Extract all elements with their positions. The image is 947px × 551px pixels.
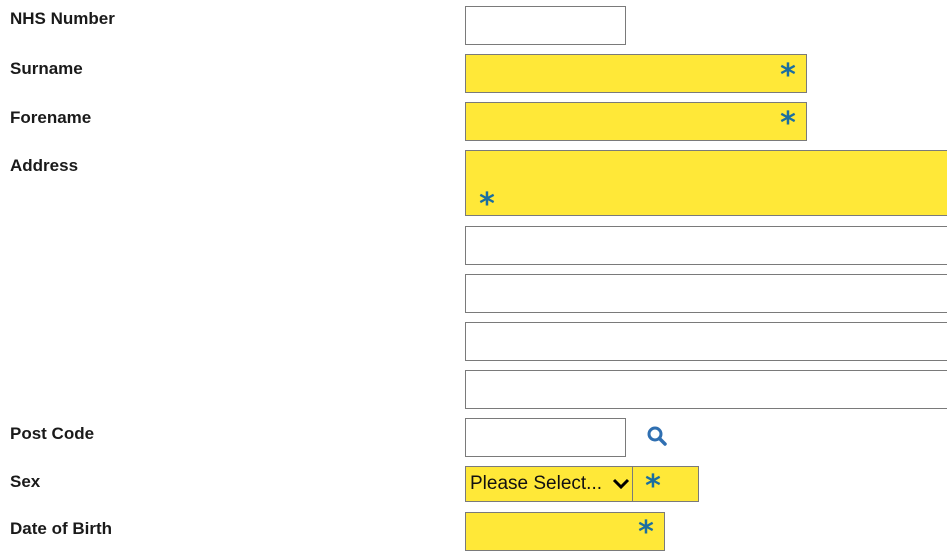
date-of-birth-label: Date of Birth bbox=[10, 519, 112, 538]
sex-select[interactable]: Please Select... bbox=[466, 467, 633, 501]
sex-required-marker: * bbox=[645, 469, 661, 504]
sex-select-container: Please Select... * bbox=[465, 466, 699, 502]
search-icon bbox=[647, 426, 667, 446]
address-line2-input[interactable] bbox=[465, 226, 947, 265]
sex-select-value: Please Select... bbox=[470, 473, 603, 494]
forename-input[interactable] bbox=[465, 102, 807, 141]
post-code-search-button[interactable] bbox=[645, 424, 669, 448]
surname-label: Surname bbox=[10, 59, 83, 78]
chevron-down-icon bbox=[612, 478, 630, 490]
surname-input[interactable] bbox=[465, 54, 807, 93]
surname-required-marker: * bbox=[780, 58, 796, 93]
address-required-marker: * bbox=[479, 187, 495, 222]
address-line1-input[interactable] bbox=[465, 150, 947, 216]
address-line5-input[interactable] bbox=[465, 370, 947, 409]
post-code-label: Post Code bbox=[10, 424, 95, 443]
forename-label: Forename bbox=[10, 108, 92, 127]
forename-required-marker: * bbox=[780, 106, 796, 141]
address-line4-input[interactable] bbox=[465, 322, 947, 361]
address-label: Address bbox=[10, 156, 79, 175]
address-line3-input[interactable] bbox=[465, 274, 947, 313]
nhs-number-input[interactable] bbox=[465, 6, 626, 45]
date-of-birth-required-marker: * bbox=[638, 515, 654, 550]
nhs-number-label: NHS Number bbox=[10, 9, 115, 28]
sex-label: Sex bbox=[10, 472, 41, 491]
post-code-input[interactable] bbox=[465, 418, 626, 457]
